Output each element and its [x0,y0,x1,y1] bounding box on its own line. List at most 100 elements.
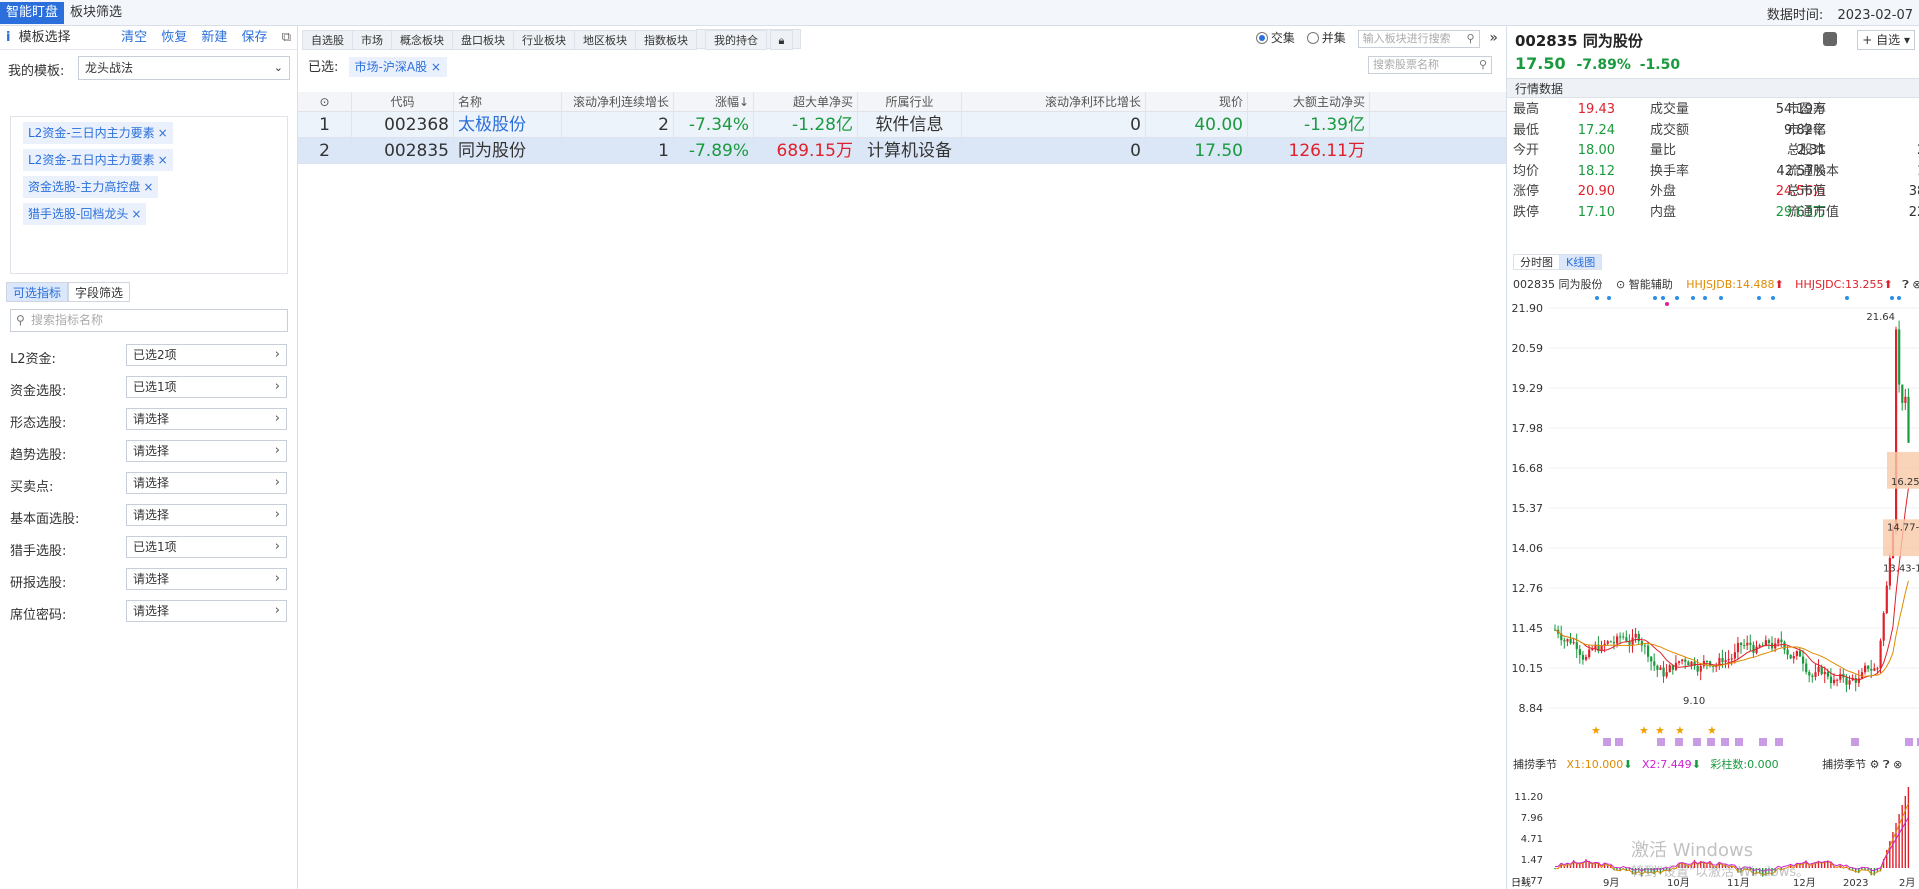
selected-chip[interactable]: 市场-沪深A股 × [348,57,447,77]
y-tick-label: 19.29 [1512,382,1544,395]
quote-label: 市净率 [1787,122,1827,138]
indicator-search-input[interactable]: ⚲ 搜索指标名称 [10,309,288,332]
price-value: 17.50 [1515,54,1566,73]
my-template-select[interactable]: 龙头战法 ⌄ [78,56,290,80]
quote-value: 1.27亿 [1827,162,1919,182]
filter-select-pattern[interactable]: 请选择 › [126,408,287,430]
event-marker [1615,738,1623,746]
market-tabs: 自选股 市场 概念板块 盘口板块 行业板块 地区板块 指数板块 我的持仓 🔒︎ [302,29,802,50]
col-profit-growth[interactable]: 滚动净利连续增长 [562,92,674,111]
indicator-search-placeholder: 搜索指标名称 [31,313,104,327]
filter-select-l2[interactable]: 已选2项 › [126,344,287,366]
kline-chart[interactable]: 21.90 20.59 19.29 17.98 16.68 15.37 14.06 12.76… [1507,294,1919,750]
my-template-label: 我的模板: [8,64,65,79]
filter-select-fundamental[interactable]: 请选择 › [126,504,287,526]
tab-region[interactable]: 地区板块 [574,30,636,50]
new-button[interactable]: 新建 [201,30,227,45]
filter-select-seat[interactable]: 请选择 › [126,600,287,622]
filter-select-fund[interactable]: 已选1项 › [126,376,287,398]
settings-icon[interactable]: ⊙ [298,92,352,111]
expand-icon[interactable]: ⧉ [282,30,291,45]
close-icon[interactable]: × [158,126,168,140]
col-name[interactable]: 名称 [454,92,562,111]
col-profit-qoq[interactable]: 滚动净利环比增长 [962,92,1146,111]
filter-select-trend[interactable]: 请选择 › [126,440,287,462]
col-super-net-buy[interactable]: 超大单净买 [754,92,858,111]
mode-and-radio[interactable]: 交集 [1255,31,1295,45]
tab-watchlist[interactable]: 自选股 [302,30,353,50]
candle-body [1743,644,1746,646]
tab-optional-indicators[interactable]: 可选指标 [6,282,69,302]
help-icon[interactable]: ❓︎ [1902,278,1909,291]
quote-value: 22.27亿 [1908,204,1919,220]
tab-market[interactable]: 市场 [352,30,392,50]
tab-timeshare[interactable]: 分时图 [1513,254,1560,270]
signal-dot [1661,296,1665,300]
tab-sector-filter[interactable]: 板块筛选 [64,2,128,24]
tab-concept[interactable]: 概念板块 [391,30,453,50]
clear-button[interactable]: 清空 [121,30,147,45]
restore-button[interactable]: 恢复 [161,30,187,45]
candle-body [1656,665,1659,670]
y-tick-label: 4.71 [1521,834,1543,845]
stock-search-input[interactable]: 搜索股票名称 ⚲ [1368,56,1492,74]
candle-body [1826,671,1829,677]
filter-select-trade-point[interactable]: 请选择 › [126,472,287,494]
tab-field-filter[interactable]: 字段筛选 [68,282,131,302]
tab-industry[interactable]: 行业板块 [513,30,575,50]
col-price[interactable]: 现价 [1146,92,1248,111]
close-icon[interactable]: × [143,180,153,194]
cell-name[interactable]: 太极股份 [454,112,562,137]
price-label: 14.77-1 [1887,522,1919,533]
candle-body [1907,396,1910,443]
tag-item[interactable]: 资金选股-主力高控盘 × [23,176,159,198]
table-row[interactable]: 2 002835 同为股份 1 -7.89% 689.15万 计算机设备 0 1… [298,138,1506,164]
close-icon[interactable]: ⊗ [1893,758,1902,771]
mode-or-radio[interactable]: 并集 [1306,31,1346,45]
chevron-down-icon: ▾ [1903,33,1910,47]
col-code[interactable]: 代码 [352,92,454,111]
close-icon[interactable]: ⊗ [1912,278,1919,291]
candle-body [1678,661,1681,663]
filter-value: 请选择 [133,604,170,618]
tag-item[interactable]: L2资金-三日内主力要素 × [23,122,173,144]
tab-kline[interactable]: K线图 [1559,254,1603,270]
col-big-net-buy[interactable]: 大额主动净买 [1248,92,1370,111]
assist-toggle[interactable]: ⊙ 智能辅助 [1616,278,1673,291]
ind1-value: HHJSJDB:14.488 [1686,278,1775,291]
save-button[interactable]: 保存 [242,30,268,45]
tab-order-book[interactable]: 盘口板块 [452,30,514,50]
close-icon[interactable]: × [131,207,141,221]
bell-icon[interactable] [1823,32,1837,46]
tag-item[interactable]: L2资金-五日内主力要素 × [23,149,173,171]
candle-body [1836,679,1839,681]
tag-item[interactable]: 猎手选股-回档龙头 × [23,203,147,225]
candle-body [1581,654,1585,660]
filter-select-hunter[interactable]: 已选1项 › [126,536,287,558]
close-icon[interactable]: × [158,153,168,167]
cell-super-net-buy: -1.28亿 [754,112,858,137]
close-icon[interactable]: × [431,60,441,74]
candle-body [1585,657,1588,660]
candle-body [1575,642,1578,650]
osc-x1: X1:10.000 [1566,758,1624,771]
block-search-input[interactable]: 输入板块进行搜索 ⚲ [1357,29,1480,48]
double-chevron-right-icon[interactable]: » [1489,30,1498,46]
help-icon[interactable]: ❓︎ [1883,758,1890,771]
tab-index[interactable]: 指数板块 [635,30,697,50]
cell-name[interactable]: 同为股份 [454,138,562,163]
filter-select-research[interactable]: 请选择 › [126,568,287,590]
oscillator-chart[interactable]: 11.207.964.711.47-1.77日线 9月 10月 11月 12月 2023 2… [1507,772,1919,889]
candle-body [1758,645,1761,647]
tab-smart-watch[interactable]: 智能盯盘 [0,2,65,24]
cell-code: 002368 [352,112,454,137]
gear-icon[interactable]: ⚙ [1870,758,1880,771]
moving-average-line [1554,488,1909,681]
candle-body [1805,663,1808,672]
tab-holdings[interactable]: 我的持仓 🔒︎ [696,29,802,50]
signal-dot [1897,296,1901,300]
col-industry[interactable]: 所属行业 [858,92,962,111]
table-row[interactable]: 1 002368 太极股份 2 -7.34% -1.28亿 软件信息 0 40.… [298,112,1506,138]
add-watchlist-button[interactable]: + 自选 ▾ [1857,30,1915,50]
col-change[interactable]: 涨幅↓ [674,92,754,111]
